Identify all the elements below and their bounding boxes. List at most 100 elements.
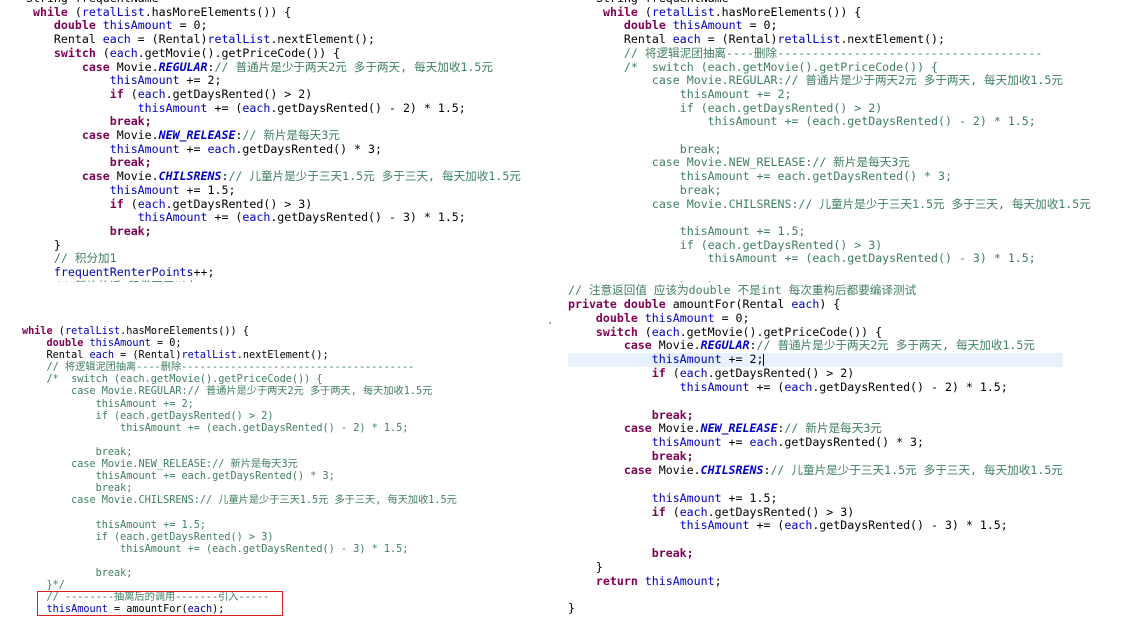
code-panel-extracted-call[interactable]: while (retalList.hasMoreElements()) { do… [22, 322, 542, 619]
code-panel-original-loop[interactable]: String frequentName while (retalList.has… [26, 0, 546, 282]
code-token: if (each.getDaysRented() > 3) [596, 237, 883, 252]
code-line: case Movie.REGULAR:// 普通片是少于两天2元 多于两天, 每… [22, 386, 457, 398]
code-token: if (each.getDaysRented() > 3) [22, 531, 274, 543]
code-token: each [672, 32, 701, 47]
code-line: /* switch (each.getMovie().getPriceCode(… [22, 374, 457, 386]
code-token: // 普通片是少于两天2元 多于两天, 每天加收1.5元 [214, 59, 494, 74]
code-line: break; [568, 407, 1063, 423]
code-token: ; [714, 573, 722, 588]
code-token: thisAmount += each.getDaysRented() * 3; [596, 169, 952, 184]
code-token: CHILSRENS [158, 169, 222, 184]
code-token: // 积分加1 [53, 251, 117, 266]
code-token: case [623, 421, 652, 436]
code-line: break; [568, 449, 1063, 464]
code-token: // 将逻辑泥团抽离----删除------------------------… [596, 45, 1043, 60]
code-line: if (each.getDaysRented() > 3) [568, 505, 1063, 520]
code-panel-amount-for-method[interactable]: // 注意返回值 应该为double 不是int 每次重构后都要编译测试 priv… [568, 282, 1128, 619]
code-token: case Movie.REGULAR:// 普通片是少于两天2元 多于两天, 每… [22, 386, 433, 398]
code-line: thisAmount += (each.getDaysRented() - 3)… [22, 544, 457, 556]
code-token: thisAmount [679, 518, 750, 533]
code-token: each [784, 379, 813, 394]
code-token: .getDaysRented() * 3; [235, 141, 383, 156]
code-token: break; [651, 407, 694, 422]
code-token: double [595, 310, 638, 325]
code-token: += ( [749, 379, 785, 394]
code-token: // 将逻辑泥团抽离----删除------------------------… [22, 362, 415, 374]
code-line: frequentRenterPoints++; [26, 265, 521, 280]
code-token: } [568, 559, 603, 574]
code-token: ( [67, 4, 82, 19]
code-line: } [568, 601, 1063, 616]
code-token: case Movie.NEW_RELEASE:// 新片是每天3元 [596, 155, 910, 170]
code-token: thisAmount [109, 182, 180, 197]
code-line: break; [26, 224, 521, 239]
code-token: Rental [596, 32, 673, 47]
code-token: case [81, 59, 110, 74]
code-token: .getDaysRented() - 3) * 1.5; [812, 518, 1008, 533]
code-token: thisAmount += 1.5; [596, 223, 806, 238]
divider-dot [549, 322, 551, 324]
code-token: if (each.getDaysRented() > 2) [596, 100, 883, 115]
code-line: thisAmount += 2; [22, 399, 457, 411]
code-token: break; [22, 567, 133, 579]
code-token: break; [22, 483, 133, 495]
code-token: REGULAR [700, 338, 750, 353]
code-line: thisAmount += (each.getDaysRented() - 3)… [26, 210, 521, 225]
code-token: thisAmount [109, 141, 180, 156]
code-line: while (retalList.hasMoreElements()) { [26, 4, 521, 20]
code-line: /* switch (each.getMovie().getPriceCode(… [596, 60, 1091, 75]
code-token: each [207, 141, 236, 156]
code-line: case Movie.NEW_RELEASE:// 新片是每天3元 [22, 459, 457, 471]
code-token: each [137, 196, 166, 211]
code-line: switch (each.getMovie().getPriceCode()) … [26, 46, 521, 61]
code-line: thisAmount += each.getDaysRented() * 3; [568, 435, 1063, 450]
code-token: each [242, 100, 271, 115]
code-line: Rental each = (Rental)retalList.nextElem… [26, 32, 521, 47]
code-line: case Movie.REGULAR:// 普通片是少于两天2元 多于两天, 每… [596, 73, 1091, 88]
code-token: // 新片是每天3元 [784, 421, 882, 436]
code-line: thisAmount += 1.5; [596, 223, 1091, 239]
code-token: Movie. [109, 169, 159, 184]
code-token: double [623, 296, 666, 311]
code-line: thisAmount += each.getDaysRented() * 3; [22, 471, 457, 483]
code-line: return thisAmount; [568, 573, 1063, 589]
code-line: break; [596, 183, 1091, 198]
code-token: Movie. [109, 128, 159, 143]
code-token: break; [651, 449, 694, 464]
code-line: if (each.getDaysRented() > 2) [22, 411, 457, 423]
code-line: break; [22, 568, 457, 580]
code-line: double thisAmount = 0; [22, 338, 457, 350]
code-token: NEW_RELEASE [158, 128, 236, 143]
code-token: .hasMoreElements()) { [714, 4, 862, 19]
code-token: .nextElement(); [270, 32, 376, 47]
code-line: thisAmount += 1.5; [26, 182, 521, 198]
code-token: // 儿童片是少于三天1.5元 多于三天, 每天加收1.5元 [228, 169, 521, 184]
code-token: Movie. [651, 338, 701, 353]
code-line: case Movie.NEW_RELEASE:// 新片是每天3元 [26, 128, 521, 143]
code-token: thisAmount [137, 210, 208, 225]
code-token: case Movie.CHILSRENS:// 儿童片是少于三天1.5元 多于三… [596, 196, 1091, 211]
code-line: thisAmount += (each.getDaysRented() - 2)… [22, 423, 457, 435]
code-line: Rental each = (Rental)retalList.nextElem… [22, 350, 457, 362]
code-line: // 新片的话 租借两天以上 [26, 279, 521, 282]
code-panel-commented-switch[interactable]: String frequentName while (retalList.has… [596, 0, 1126, 282]
code-token: if [109, 86, 124, 101]
code-line: case Movie.CHILSRENS:// 儿童片是少于三天1.5元 多于三… [596, 196, 1091, 212]
